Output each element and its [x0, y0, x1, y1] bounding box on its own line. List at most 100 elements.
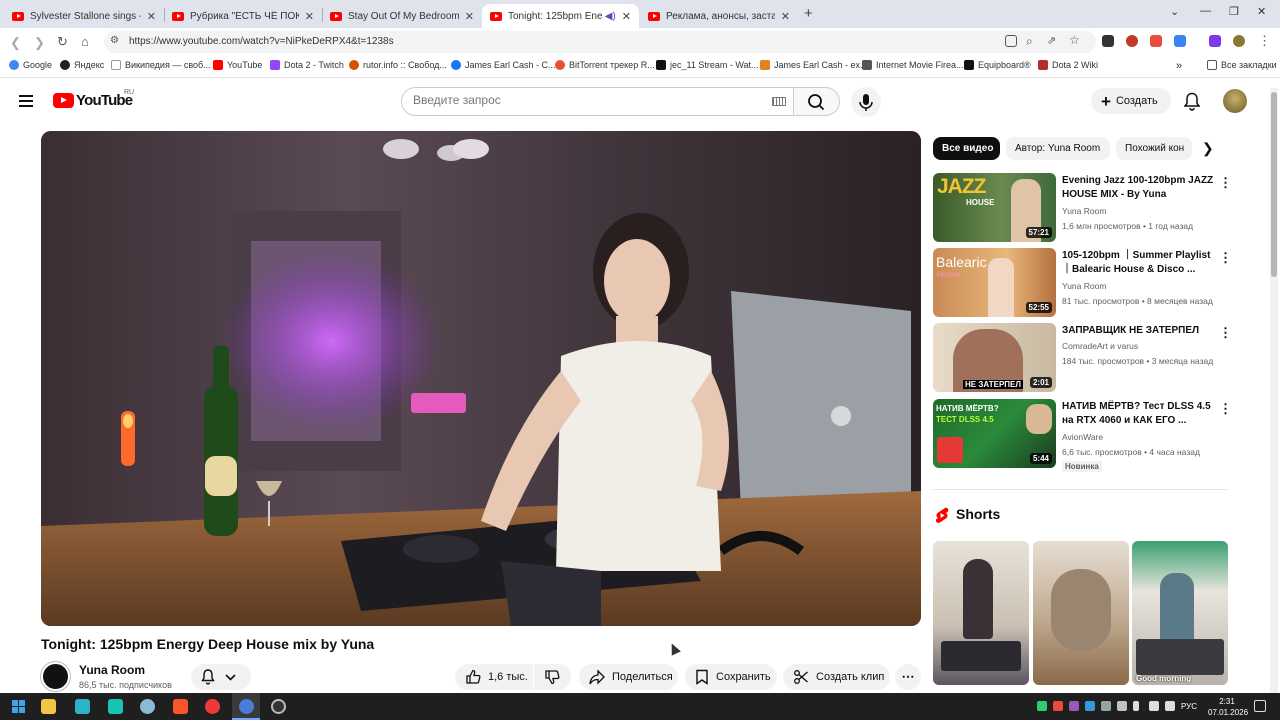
tab-close-icon[interactable]: ✕ — [465, 10, 474, 23]
network-icon[interactable] — [1149, 701, 1159, 711]
short-thumbnail[interactable]: Good morning — [1132, 541, 1228, 685]
extension-icon[interactable] — [1126, 35, 1138, 47]
tab-close-icon[interactable]: ✕ — [781, 10, 790, 23]
bookmark-item[interactable]: Google — [9, 60, 52, 70]
bookmark-item[interactable]: James Earl Cash - C... — [451, 60, 556, 70]
site-info-icon[interactable]: ⚙ — [110, 35, 119, 46]
bookmark-item[interactable]: Internet Movie Firea... — [862, 60, 964, 70]
back-icon[interactable]: ❮ — [10, 35, 21, 51]
brave-browser-icon[interactable] — [173, 699, 188, 714]
volume-icon[interactable] — [1165, 701, 1175, 711]
new-tab-button[interactable]: + — [804, 5, 813, 22]
start-button-icon[interactable] — [12, 700, 25, 713]
tab-close-icon[interactable]: ✕ — [147, 10, 156, 23]
chip-author[interactable]: Автор: Yuna Room — [1006, 137, 1110, 160]
notification-center-icon[interactable] — [1254, 700, 1266, 712]
extensions-puzzle-icon[interactable] — [1174, 35, 1186, 47]
more-vert-icon[interactable]: ⋮ — [1219, 176, 1232, 189]
browser-tab-2[interactable]: Рубрика "ЕСТЬ ЧЁ ПОКАВАТЬ" ✕ — [164, 4, 322, 28]
keyboard-icon[interactable] — [772, 97, 786, 106]
short-thumbnail[interactable] — [1033, 541, 1129, 685]
scrollbar-thumb[interactable] — [1271, 92, 1277, 277]
user-avatar[interactable] — [1223, 89, 1247, 113]
rec-thumbnail[interactable]: JAZZ HOUSE 57:21 — [933, 173, 1056, 242]
extension-icon[interactable] — [1102, 35, 1114, 47]
install-app-icon[interactable] — [1005, 35, 1017, 47]
voice-search-button[interactable] — [851, 87, 881, 117]
forward-icon[interactable]: ❯ — [34, 35, 45, 51]
file-explorer-icon[interactable] — [41, 699, 56, 714]
tray-icon[interactable] — [1085, 701, 1095, 711]
vivaldi-browser-icon[interactable] — [205, 699, 220, 714]
maximize-icon[interactable]: ❐ — [1229, 5, 1239, 18]
more-vert-icon[interactable]: ⋮ — [1219, 251, 1232, 264]
rec-title[interactable]: ЗАПРАВЩИК НЕ ЗАТЕРПЕЛ — [1062, 324, 1214, 338]
tray-icon[interactable] — [1037, 701, 1047, 711]
tray-icon[interactable] — [1101, 701, 1111, 711]
share-button[interactable]: Поделиться — [579, 664, 678, 690]
rec-thumbnail[interactable]: НАТИВ МЁРТВ? ТЕСТ DLSS 4.5 5:44 — [933, 399, 1056, 468]
app-icon[interactable] — [108, 699, 123, 714]
bookmark-item[interactable]: Википедия — своб... — [111, 60, 211, 70]
zoom-icon[interactable]: ⌕ — [1026, 34, 1033, 49]
browser-tab-4-active[interactable]: Tonight: 125bpm Energy De ◀) ✕ — [482, 4, 639, 28]
bookmark-item[interactable]: Dota 2 - Twitch — [270, 60, 344, 70]
steam-icon[interactable] — [271, 699, 286, 714]
rec-channel[interactable]: ComradeArt и varus — [1062, 341, 1138, 351]
bookmark-item[interactable]: jec_11 Stream - Wat... — [656, 60, 759, 70]
profile-icon[interactable] — [1233, 35, 1245, 47]
tray-icon[interactable] — [1053, 701, 1063, 711]
search-button[interactable] — [794, 87, 840, 116]
chip-related[interactable]: Похожий кон — [1116, 137, 1192, 160]
rec-title[interactable]: НАТИВ МЁРТВ? Тест DLSS 4.5 на RTX 4060 и… — [1062, 400, 1214, 428]
notifications-bell-icon[interactable] — [1183, 92, 1201, 116]
rec-thumbnail[interactable]: НЕ ЗАТЕРПЕЛ 2:01 — [933, 323, 1056, 392]
browser-icon[interactable] — [239, 699, 254, 714]
dislike-button[interactable] — [534, 664, 571, 690]
tab-search-icon[interactable]: ⌄ — [1170, 5, 1179, 18]
rec-channel[interactable]: Yuna Room — [1062, 206, 1106, 216]
guide-menu-icon[interactable] — [19, 95, 33, 107]
more-vert-icon[interactable]: ⋮ — [1219, 326, 1232, 339]
tray-icon[interactable] — [1069, 701, 1079, 711]
bookmark-item[interactable]: James Earl Cash - ex... — [760, 60, 868, 70]
youtube-logo[interactable]: YouTube — [53, 92, 133, 109]
app-icon[interactable] — [140, 699, 155, 714]
rec-thumbnail[interactable]: Balearic House 52:55 — [933, 248, 1056, 317]
bookmark-star-icon[interactable]: ☆ — [1069, 33, 1080, 47]
browser-tab-3[interactable]: Stay Out Of My Bedroom (Rhin ✕ — [322, 4, 482, 28]
all-bookmarks-button[interactable]: Все закладки — [1207, 60, 1277, 70]
rec-title[interactable]: 105-120bpm ｜Summer Playlist ｜Balearic Ho… — [1062, 249, 1214, 277]
share-page-icon[interactable]: ⇗ — [1047, 34, 1056, 47]
reload-icon[interactable]: ↻ — [57, 34, 68, 50]
more-vert-icon[interactable]: ⋮ — [1219, 402, 1232, 415]
like-button[interactable]: 1,6 тыс. — [455, 664, 533, 690]
tab-close-icon[interactable]: ✕ — [305, 10, 314, 23]
bookmark-item[interactable]: Dota 2 Wiki — [1038, 60, 1098, 70]
bookmark-item[interactable]: BitTorrent трекер R... — [555, 60, 655, 70]
bookmark-item[interactable]: YouTube — [213, 60, 262, 70]
video-player[interactable] — [41, 131, 921, 626]
bookmarks-overflow-icon[interactable]: » — [1176, 60, 1182, 72]
browser-tab-1[interactable]: Sylvester Stallone sings - "Drink ✕ — [4, 4, 164, 28]
chip-all-videos[interactable]: Все видео — [933, 137, 1000, 160]
channel-name[interactable]: Yuna Room — [79, 663, 145, 677]
window-close-icon[interactable]: ✕ — [1257, 5, 1266, 18]
bookmark-item[interactable]: rutor.info :: Свобод... — [349, 60, 447, 70]
more-actions-icon[interactable]: ⋯ — [895, 664, 921, 690]
short-thumbnail[interactable] — [933, 541, 1029, 685]
microphone-tray-icon[interactable] — [1133, 701, 1139, 711]
rec-title[interactable]: Evening Jazz 100-120bpm JAZZ HOUSE MIX -… — [1062, 174, 1214, 202]
create-clip-button[interactable]: Создать клип — [783, 664, 890, 690]
rec-channel[interactable]: AvionWare — [1062, 432, 1103, 442]
clock[interactable]: 2:31 07.01.2026 — [1208, 696, 1248, 718]
home-icon[interactable]: ⌂ — [81, 34, 89, 49]
subscription-notifications-button[interactable] — [191, 664, 251, 690]
bookmark-item[interactable]: Equipboard® — [964, 60, 1031, 70]
rec-channel[interactable]: Yuna Room — [1062, 281, 1106, 291]
save-button[interactable]: Сохранить — [685, 664, 777, 690]
create-button[interactable]: + Создать — [1091, 88, 1171, 114]
minimize-icon[interactable]: — — [1200, 5, 1211, 17]
url-text[interactable]: https://www.youtube.com/watch?v=NiPkeDeR… — [129, 36, 394, 47]
audio-playing-icon[interactable]: ◀) — [605, 11, 616, 22]
